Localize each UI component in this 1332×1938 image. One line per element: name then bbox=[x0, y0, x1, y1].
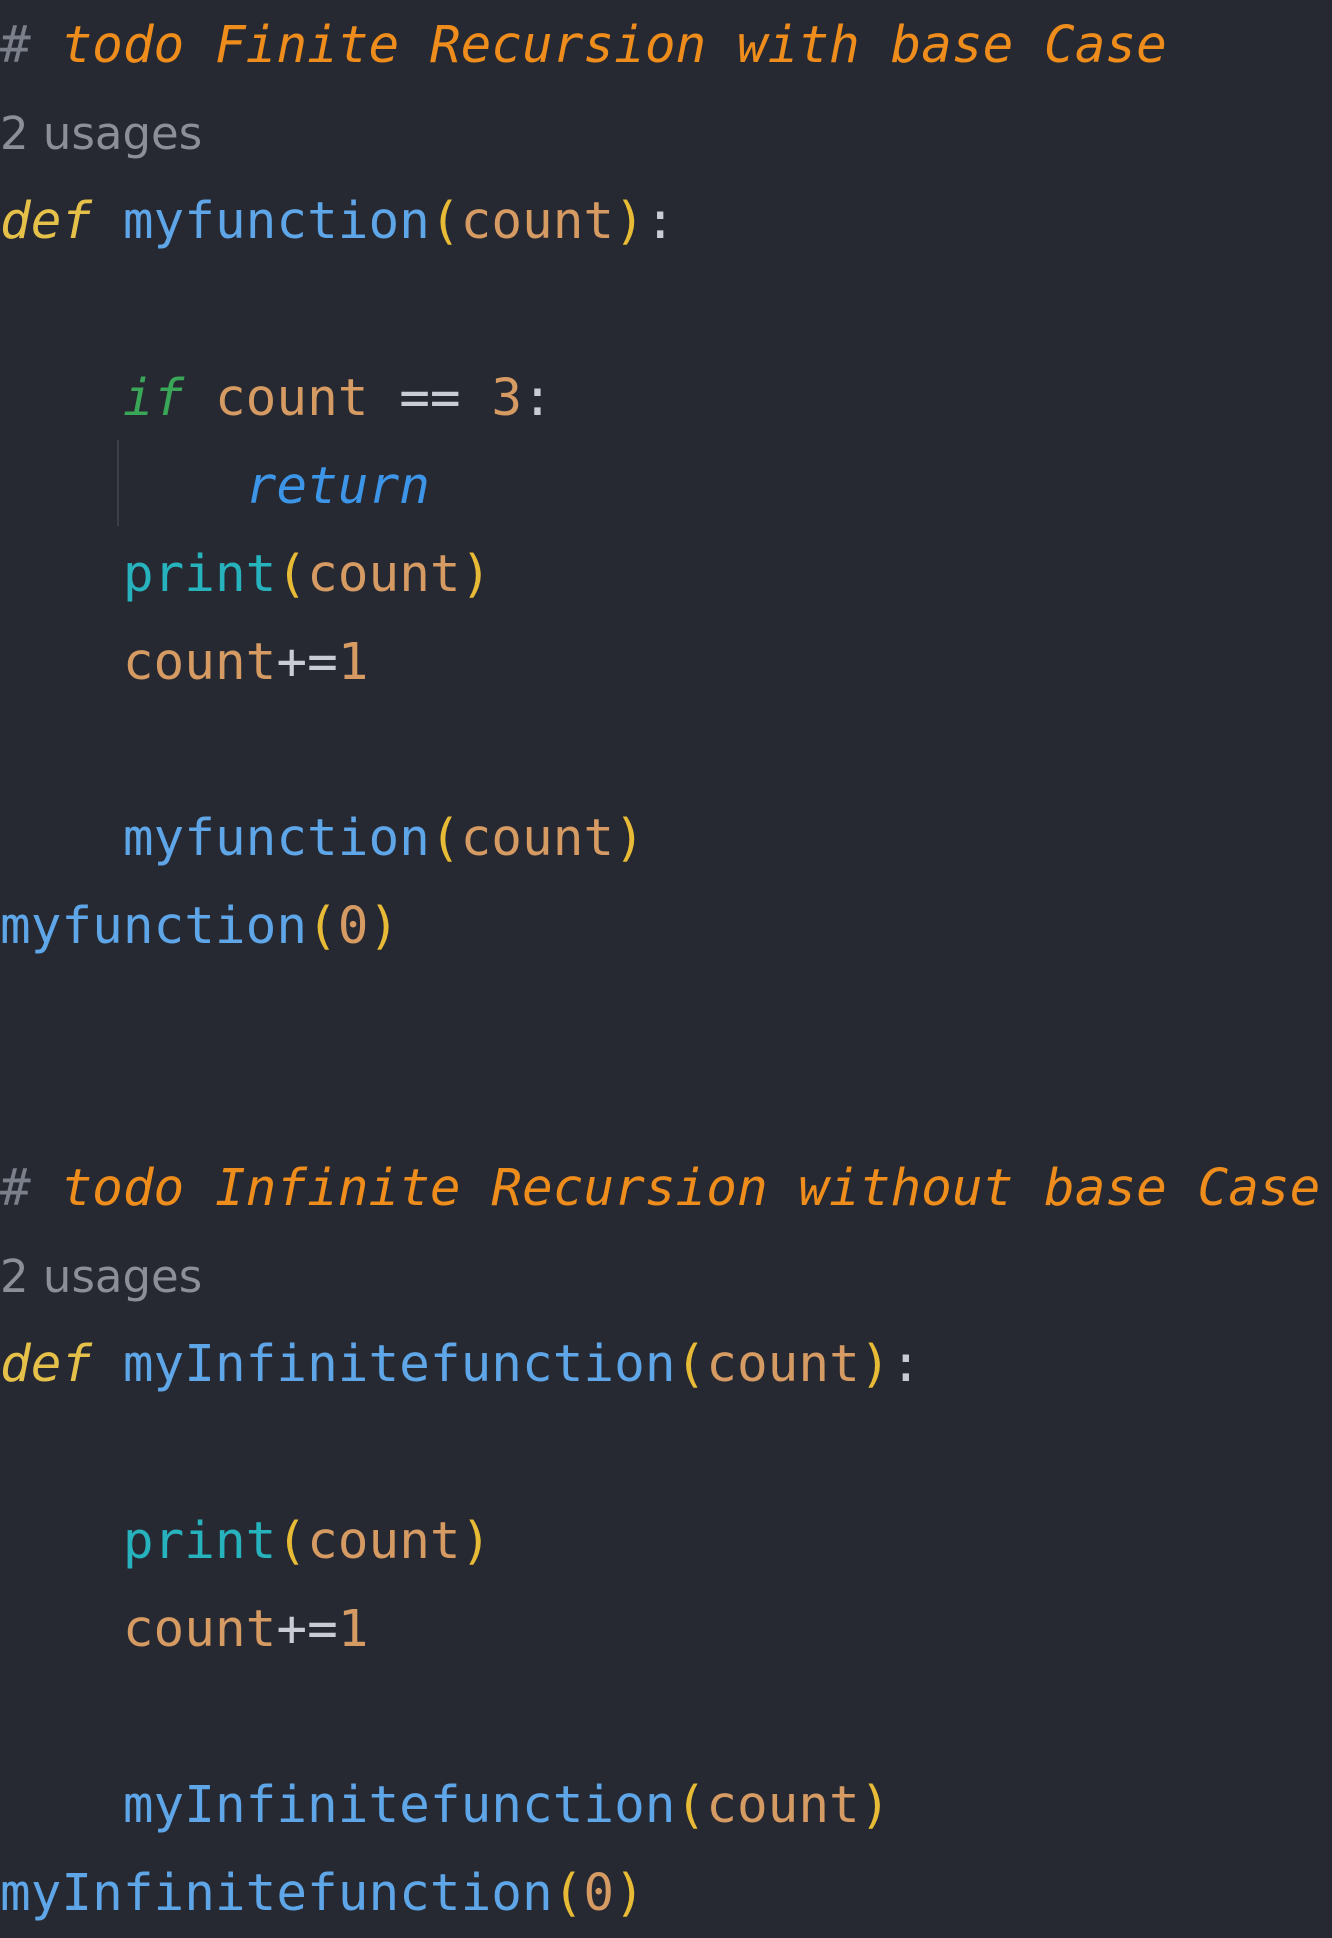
top-level-call-name[interactable]: myInfinitefunction bbox=[0, 1864, 553, 1923]
print-builtin[interactable]: print bbox=[123, 545, 277, 604]
print-close-paren: ) bbox=[460, 1512, 492, 1571]
top-call-argument: 0 bbox=[337, 897, 369, 956]
top-call-close-paren: ) bbox=[368, 897, 400, 956]
print-line: print(count) bbox=[0, 1498, 492, 1586]
todo-comment-line: # todo Finite Recursion with base Case bbox=[0, 2, 1167, 90]
print-open-paren: ( bbox=[276, 545, 308, 604]
def-line: def myInfinitefunction(count): bbox=[0, 1321, 921, 1409]
increment-number: 1 bbox=[337, 1600, 369, 1659]
usages-hint[interactable]: 2 usages bbox=[0, 90, 202, 178]
increment-line: count+=1 bbox=[0, 1586, 369, 1674]
open-paren: ( bbox=[429, 192, 461, 251]
function-name[interactable]: myInfinitefunction bbox=[123, 1335, 676, 1394]
usages-hint[interactable]: 2 usages bbox=[0, 1233, 202, 1321]
print-close-paren: ) bbox=[460, 545, 492, 604]
code-editor[interactable]: # todo Finite Recursion with base Case 2… bbox=[0, 0, 1332, 1936]
print-line: print(count) bbox=[0, 531, 492, 619]
def-keyword: def bbox=[0, 192, 93, 251]
call-open-paren: ( bbox=[429, 809, 461, 868]
call-argument: count bbox=[460, 809, 615, 868]
call-argument: count bbox=[706, 1776, 860, 1835]
equality-operator: == bbox=[399, 369, 461, 428]
close-paren: ) bbox=[859, 1335, 891, 1394]
increment-operator: += bbox=[276, 1600, 338, 1659]
print-builtin[interactable]: print bbox=[123, 1512, 277, 1571]
def-keyword: def bbox=[0, 1335, 93, 1394]
recursive-call-name[interactable]: myfunction bbox=[123, 809, 430, 868]
close-paren: ) bbox=[614, 192, 645, 251]
recursive-call-line: myfunction(count) bbox=[0, 795, 645, 883]
recursive-call-name[interactable]: myInfinitefunction bbox=[123, 1776, 676, 1835]
return-line: return bbox=[0, 443, 430, 531]
open-paren: ( bbox=[675, 1335, 707, 1394]
top-level-call-name[interactable]: myfunction bbox=[0, 897, 307, 956]
call-close-paren: ) bbox=[859, 1776, 891, 1835]
parameter: count bbox=[460, 192, 615, 251]
def-line: def myfunction(count): bbox=[0, 178, 676, 266]
colon: : bbox=[644, 192, 676, 251]
top-call-close-paren: ) bbox=[614, 1864, 645, 1923]
print-open-paren: ( bbox=[276, 1512, 308, 1571]
function-name[interactable]: myfunction bbox=[123, 192, 430, 251]
comment-hash: # bbox=[0, 16, 31, 75]
if-variable: count bbox=[214, 369, 369, 428]
call-open-paren: ( bbox=[675, 1776, 707, 1835]
if-keyword: if bbox=[122, 369, 185, 428]
print-argument: count bbox=[307, 1512, 461, 1571]
recursive-call-line: myInfinitefunction(count) bbox=[0, 1762, 891, 1850]
increment-line: count+=1 bbox=[0, 619, 369, 707]
todo-comment-text: todo Infinite Recursion without base Cas… bbox=[61, 1159, 1321, 1218]
colon: : bbox=[890, 1335, 922, 1394]
increment-variable: count bbox=[122, 1600, 277, 1659]
comment-hash: # bbox=[0, 1159, 31, 1218]
increment-number: 1 bbox=[337, 633, 369, 692]
top-call-open-paren: ( bbox=[552, 1864, 584, 1923]
todo-comment-line: # todo Infinite Recursion without base C… bbox=[0, 1145, 1320, 1233]
top-level-call-line: myInfinitefunction(0) bbox=[0, 1850, 645, 1938]
print-argument: count bbox=[307, 545, 461, 604]
increment-operator: += bbox=[276, 633, 338, 692]
if-line: if count == 3: bbox=[0, 355, 553, 443]
parameter: count bbox=[706, 1335, 860, 1394]
top-call-open-paren: ( bbox=[307, 897, 338, 956]
if-colon: : bbox=[522, 369, 553, 428]
increment-variable: count bbox=[122, 633, 277, 692]
top-call-argument: 0 bbox=[583, 1864, 615, 1923]
return-keyword: return bbox=[245, 457, 430, 516]
if-number: 3 bbox=[491, 369, 523, 428]
call-close-paren: ) bbox=[614, 809, 645, 868]
top-level-call-line: myfunction(0) bbox=[0, 883, 399, 971]
todo-comment-text: todo Finite Recursion with base Case bbox=[61, 16, 1167, 75]
